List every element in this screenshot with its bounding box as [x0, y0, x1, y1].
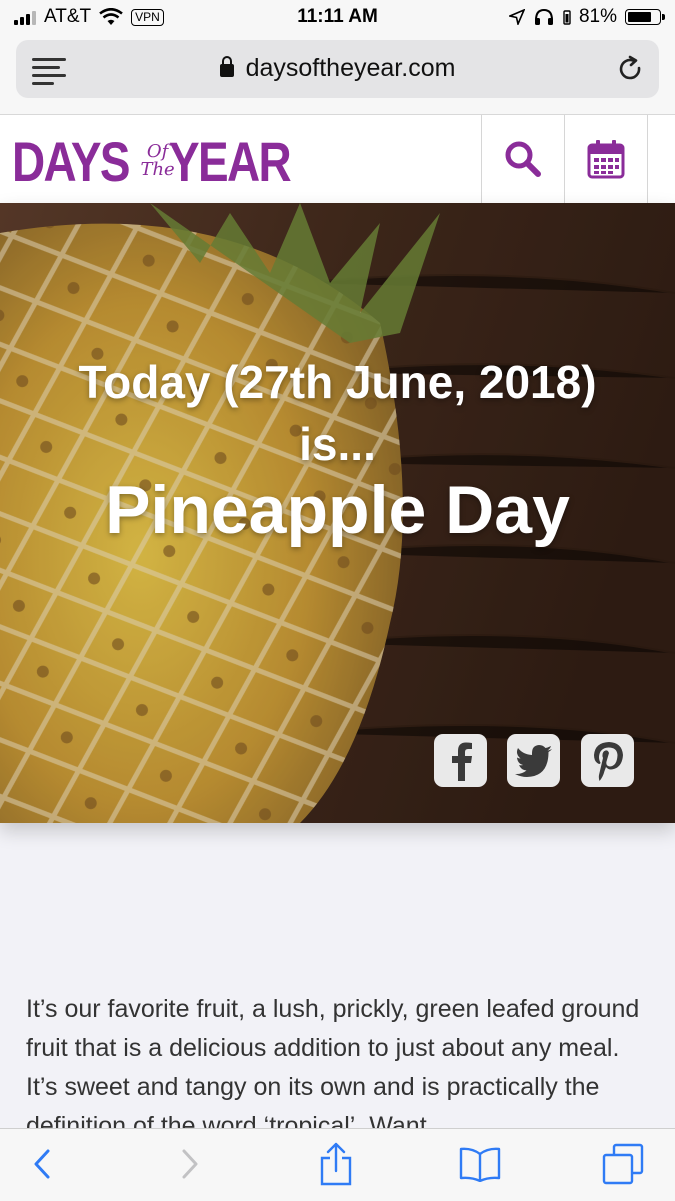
- twitter-share-button[interactable]: [507, 734, 560, 787]
- article-body: It’s our favorite fruit, a lush, prickly…: [26, 995, 640, 1140]
- forward-button[interactable]: [160, 1141, 220, 1187]
- browser-address-area: daysoftheyear.com: [0, 34, 675, 115]
- location-arrow-icon: [508, 9, 525, 25]
- facebook-share-button[interactable]: [434, 734, 487, 787]
- headphones-icon: [534, 8, 553, 25]
- calendar-button[interactable]: [564, 115, 648, 203]
- browser-toolbar: [0, 1128, 675, 1201]
- logo-days: DAYS: [12, 129, 130, 193]
- hero-banner: Today (27th June, 2018) is... Pineapple …: [0, 203, 675, 823]
- url-text: daysoftheyear.com: [245, 54, 456, 82]
- bookmarks-button[interactable]: [450, 1141, 510, 1187]
- bookmarks-icon: [459, 1147, 501, 1182]
- back-button[interactable]: [12, 1141, 72, 1187]
- battery-icon: [625, 9, 665, 25]
- calendar-icon: [587, 140, 625, 179]
- battery-percent: 81%: [578, 6, 617, 27]
- pinterest-icon: [593, 741, 623, 781]
- search-icon: [505, 141, 541, 177]
- logo-year: YEAR: [168, 129, 292, 193]
- address-bar[interactable]: daysoftheyear.com: [16, 40, 659, 98]
- status-right: 81%: [508, 6, 665, 28]
- forward-icon: [182, 1149, 198, 1179]
- share-button[interactable]: [306, 1141, 366, 1187]
- reload-icon[interactable]: [617, 55, 645, 83]
- site-logo[interactable]: DAYS Of The YEAR: [12, 129, 316, 193]
- share-icon: [320, 1142, 352, 1186]
- pinterest-share-button[interactable]: [581, 734, 634, 787]
- site-header: DAYS Of The YEAR: [0, 115, 675, 203]
- url-display[interactable]: daysoftheyear.com: [16, 54, 659, 83]
- hero-intro-text: Today (27th June, 2018) is...: [78, 356, 597, 470]
- lock-icon: [219, 56, 234, 77]
- twitter-icon: [514, 744, 552, 777]
- back-icon: [34, 1149, 50, 1179]
- tabs-icon: [602, 1143, 644, 1185]
- hero-day-title: Pineapple Day: [105, 472, 570, 548]
- tabs-button[interactable]: [593, 1141, 653, 1187]
- search-button[interactable]: [481, 115, 564, 203]
- facebook-icon: [451, 742, 472, 781]
- headphone-battery-icon: [563, 10, 571, 25]
- status-bar: AT&T VPN 11:11 AM 81%: [0, 0, 675, 34]
